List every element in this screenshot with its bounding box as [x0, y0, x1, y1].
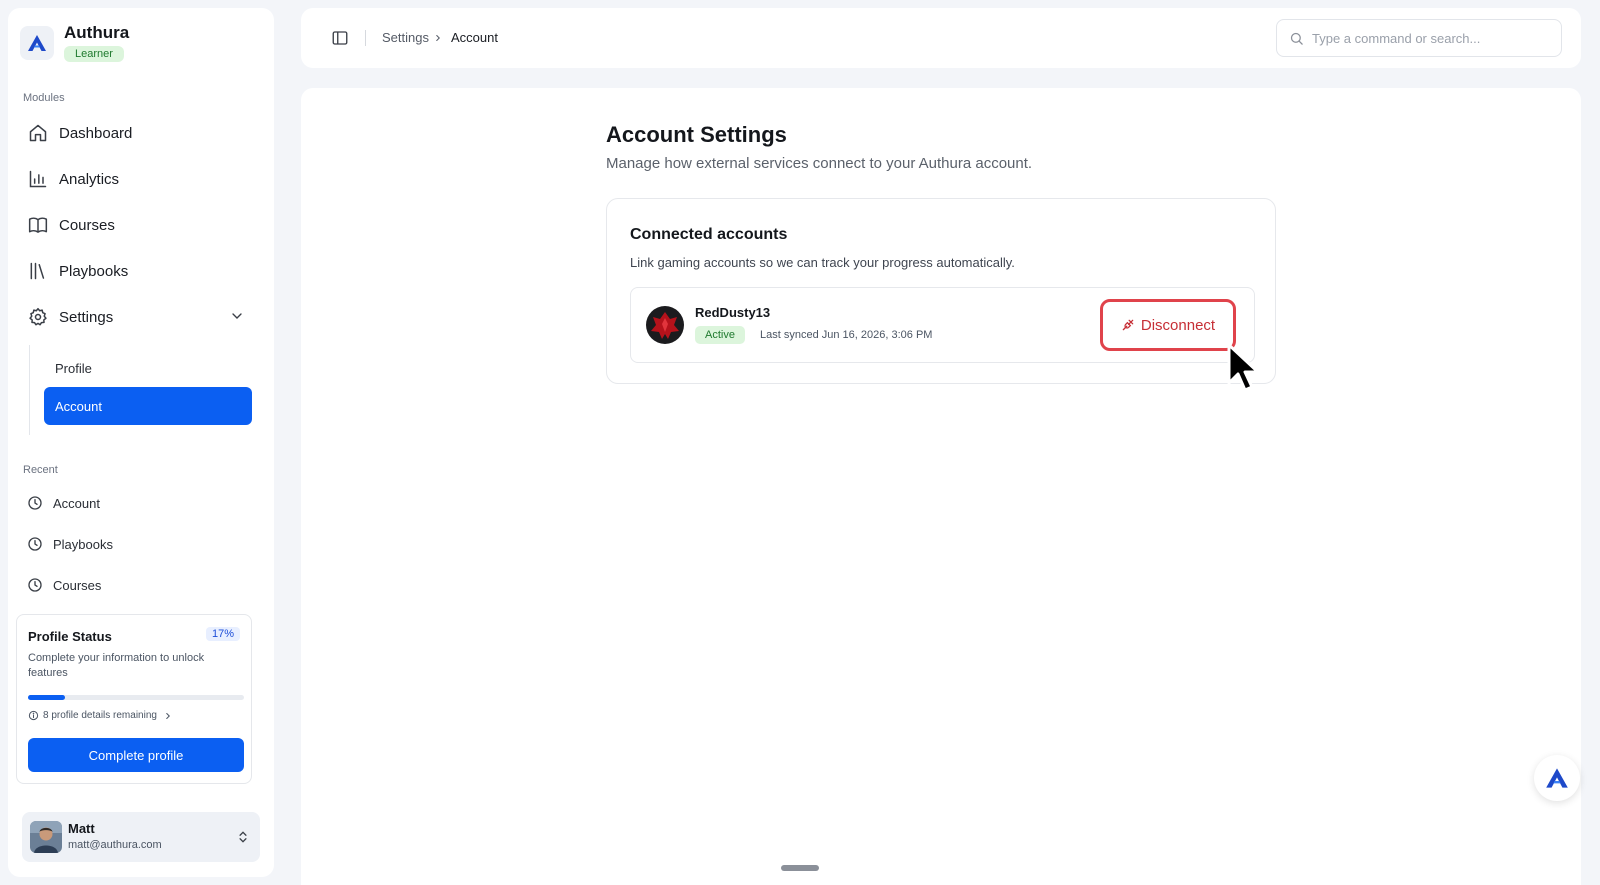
clock-icon: [27, 495, 43, 511]
profile-progress-bar: [28, 695, 244, 700]
topbar: Settings Account: [301, 8, 1581, 68]
subnav-item-profile[interactable]: Profile: [44, 349, 252, 387]
topbar-divider: [365, 30, 366, 46]
complete-profile-button[interactable]: Complete profile: [28, 738, 244, 772]
sidebar-item-dashboard[interactable]: Dashboard: [27, 116, 257, 150]
clock-icon: [27, 536, 43, 552]
recent-item-courses[interactable]: Courses: [27, 570, 101, 600]
subnav-divider: [29, 345, 30, 435]
brand-name: Authura: [64, 23, 130, 42]
connected-accounts-card: Connected accounts Link gaming accounts …: [606, 198, 1276, 384]
main-content: Account Settings Manage how external ser…: [301, 88, 1581, 885]
chevron-right-icon: [433, 33, 443, 43]
last-synced-text: Last synced Jun 16, 2026, 3:06 PM: [760, 329, 933, 341]
info-icon: [28, 710, 39, 721]
page-subtitle: Manage how external services connect to …: [606, 155, 1033, 172]
avatar: [30, 821, 62, 853]
account-name: RedDusty13: [695, 305, 771, 320]
brand[interactable]: Authura Learner: [20, 23, 129, 62]
user-email: matt@authura.com: [68, 839, 162, 851]
sidebar-item-label: Playbooks: [59, 262, 129, 280]
recent-item-label: Courses: [53, 577, 102, 593]
search-input[interactable]: [1312, 30, 1552, 46]
subnav-item-account[interactable]: Account: [44, 387, 252, 425]
modules-label: Modules: [23, 92, 65, 104]
connected-accounts-title: Connected accounts: [630, 226, 788, 243]
recent-label: Recent: [23, 464, 58, 476]
recent-item-account[interactable]: Account: [27, 488, 100, 518]
sidebar-item-analytics[interactable]: Analytics: [27, 162, 257, 196]
account-avatar: [646, 306, 684, 344]
status-badge: Active: [695, 326, 745, 344]
authura-logo-icon: [1545, 767, 1569, 789]
connected-account-row: RedDusty13 Active Last synced Jun 16, 20…: [630, 287, 1255, 363]
profile-percent-badge: 17%: [205, 627, 240, 641]
profile-progress-fill: [28, 695, 65, 700]
gear-icon: [27, 306, 49, 328]
recent-item-label: Account: [53, 495, 100, 511]
search-box[interactable]: [1276, 19, 1562, 57]
authura-logo-icon: [20, 26, 54, 60]
profile-status-card: Profile Status 17% Complete your informa…: [16, 614, 252, 784]
profile-status-description: Complete your information to unlock feat…: [28, 652, 205, 679]
chevron-right-icon: [163, 711, 173, 721]
sidebar-item-label: Courses: [59, 216, 115, 234]
connected-accounts-subtitle: Link gaming accounts so we can track you…: [630, 255, 1015, 270]
sidebar-item-label: Dashboard: [59, 124, 133, 142]
user-menu[interactable]: Matt matt@authura.com: [22, 812, 260, 862]
sidebar: Authura Learner Modules Dashboard Analyt…: [8, 8, 274, 877]
user-name: Matt: [68, 821, 95, 836]
profile-remaining-link[interactable]: 8 profile details remaining: [28, 710, 173, 721]
recent-item-label: Playbooks: [53, 536, 113, 552]
profile-status-title: Profile Status: [28, 629, 112, 644]
breadcrumb-settings[interactable]: Settings: [382, 30, 429, 45]
disconnect-button[interactable]: Disconnect: [1100, 299, 1236, 351]
assistant-button[interactable]: [1534, 755, 1580, 801]
bar-chart-icon: [27, 168, 49, 190]
sidebar-item-settings[interactable]: Settings: [27, 300, 257, 334]
clock-icon: [27, 577, 43, 593]
recent-item-playbooks[interactable]: Playbooks: [27, 529, 113, 559]
sidebar-item-label: Settings: [59, 308, 114, 326]
book-icon: [27, 214, 49, 236]
sidebar-toggle-icon[interactable]: [331, 29, 349, 47]
unplug-icon: [1121, 318, 1135, 332]
mouse-cursor-icon: [1226, 343, 1266, 395]
drag-handle[interactable]: [781, 865, 819, 871]
library-icon: [27, 260, 49, 282]
breadcrumb-account: Account: [450, 30, 498, 45]
chevrons-up-down-icon: [236, 829, 250, 845]
profile-remaining-text: 8 profile details remaining: [43, 710, 157, 721]
sidebar-item-courses[interactable]: Courses: [27, 208, 257, 242]
home-icon: [27, 122, 49, 144]
chevron-down-icon[interactable]: [229, 308, 245, 324]
breadcrumb: Settings Account: [382, 30, 498, 45]
disconnect-label: Disconnect: [1140, 316, 1216, 334]
sidebar-item-playbooks[interactable]: Playbooks: [27, 254, 257, 288]
sidebar-item-label: Analytics: [59, 170, 120, 188]
role-badge: Learner: [64, 46, 124, 62]
page-title: Account Settings: [606, 122, 787, 147]
search-icon: [1289, 31, 1304, 46]
